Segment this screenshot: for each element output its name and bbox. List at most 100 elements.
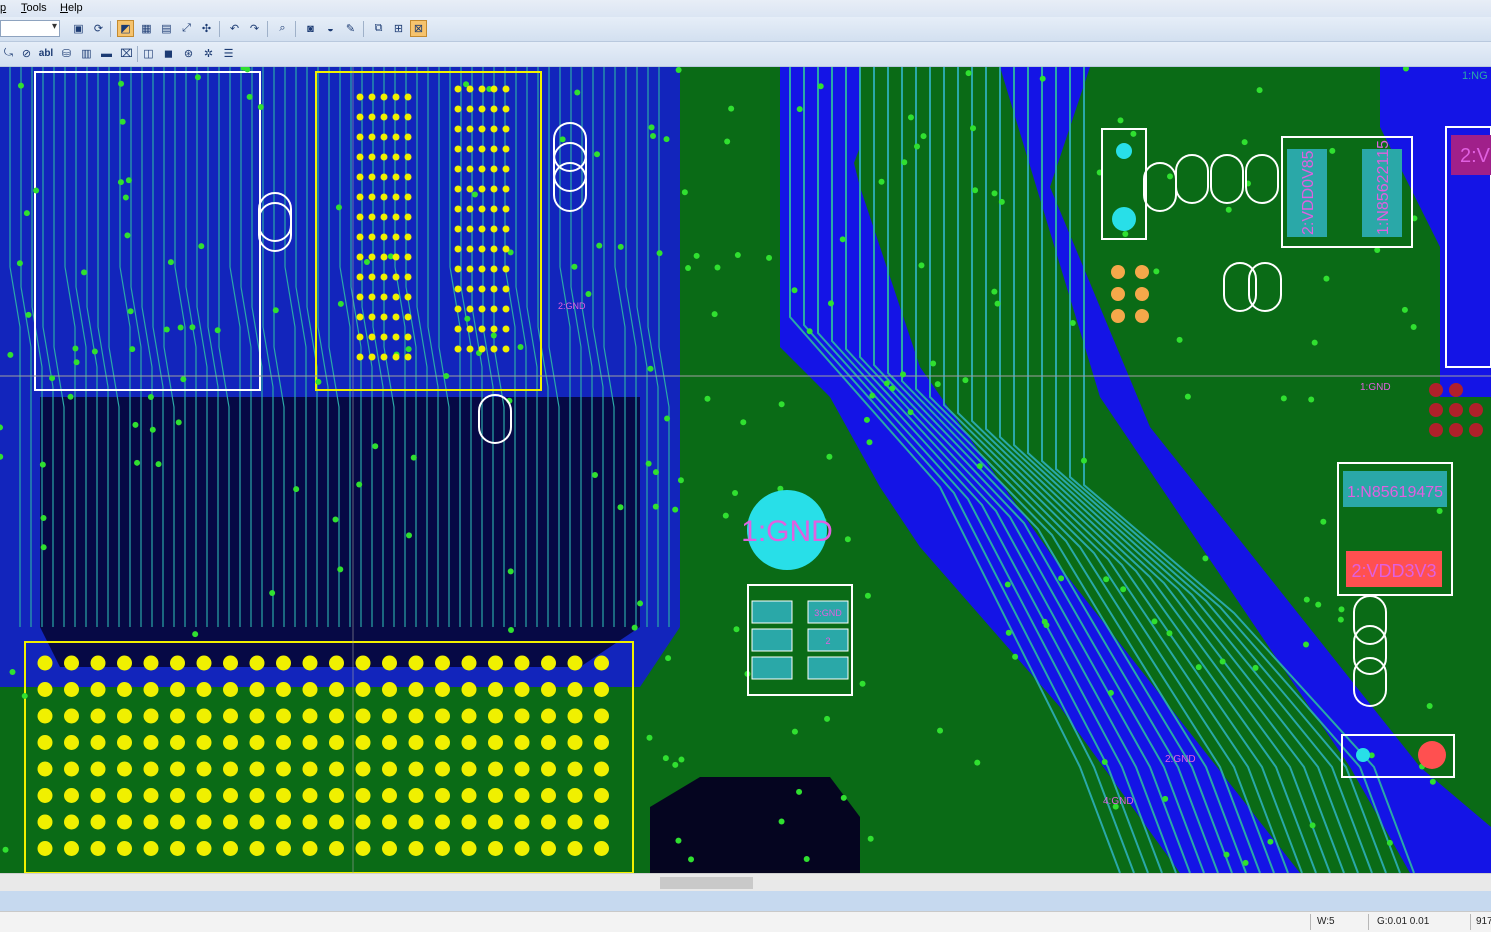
- part-icon[interactable]: ◫: [140, 45, 157, 62]
- via: [478, 125, 486, 133]
- via: [974, 759, 981, 766]
- via: [502, 165, 510, 173]
- no-entry-icon[interactable]: ⊘: [18, 45, 35, 62]
- bga-ball: [90, 735, 106, 750]
- bga-ball: [382, 708, 397, 724]
- via: [356, 293, 364, 301]
- via: [502, 245, 510, 253]
- dimension-icon[interactable]: ⌧: [118, 45, 135, 62]
- list-icon[interactable]: ☰: [220, 45, 237, 62]
- layers-icon[interactable]: ◒: [322, 20, 339, 37]
- via: [466, 265, 474, 273]
- via: [410, 454, 417, 461]
- window-icon[interactable]: ⧉: [370, 20, 387, 37]
- bga-ball: [170, 814, 185, 830]
- via: [1101, 759, 1108, 766]
- via: [380, 153, 388, 161]
- via-icon[interactable]: ⊛: [180, 45, 197, 62]
- via: [466, 105, 474, 113]
- bars-icon[interactable]: ▥: [78, 45, 95, 62]
- bga-ball: [249, 655, 265, 671]
- via: [704, 395, 711, 402]
- via: [685, 265, 692, 272]
- via: [478, 265, 486, 273]
- via: [392, 153, 400, 161]
- route-icon[interactable]: ⤢: [178, 20, 195, 37]
- via: [631, 624, 638, 631]
- via: [392, 213, 400, 221]
- bga-ball: [64, 735, 79, 750]
- via: [380, 233, 388, 241]
- via: [40, 544, 47, 551]
- board-icon[interactable]: ▤: [158, 20, 175, 37]
- bga-ball: [117, 788, 132, 803]
- via: [177, 324, 184, 331]
- via: [806, 328, 813, 335]
- layout-icon[interactable]: ⊠: [410, 20, 427, 37]
- via: [368, 253, 376, 261]
- via: [991, 190, 998, 197]
- bga-ball: [408, 735, 424, 750]
- menu-tools[interactable]: Tools: [21, 2, 47, 14]
- brush-icon[interactable]: ✎: [342, 20, 359, 37]
- via: [478, 85, 486, 93]
- view-icon[interactable]: ◙: [302, 20, 319, 37]
- bga-ball: [249, 814, 265, 830]
- via: [404, 233, 412, 241]
- menu-setup[interactable]: p: [0, 2, 6, 14]
- via: [337, 566, 344, 573]
- via: [490, 105, 498, 113]
- via: [117, 179, 124, 186]
- zoom-icon[interactable]: ⌕: [274, 20, 291, 37]
- select-icon[interactable]: ⤿: [0, 45, 17, 62]
- pcb-canvas[interactable]: 1:GND 3:GND 2 2:VDD0V85 1:N85622115 1:N8…: [0, 67, 1491, 873]
- via: [25, 311, 32, 318]
- gnd-pad-label: 1:GND: [741, 515, 833, 548]
- bga-ball: [514, 708, 530, 724]
- red-part-icon[interactable]: ◼: [160, 45, 177, 62]
- tile-icon[interactable]: ⊞: [390, 20, 407, 37]
- component-icon[interactable]: ✣: [198, 20, 215, 37]
- via: [665, 655, 672, 662]
- via: [1252, 664, 1259, 671]
- via: [490, 245, 498, 253]
- bga-ball: [594, 735, 609, 750]
- via: [368, 293, 376, 301]
- redo-icon[interactable]: ↷: [246, 20, 263, 37]
- open-icon[interactable]: ▣: [70, 20, 87, 37]
- bga-ball: [461, 841, 477, 856]
- via: [920, 133, 927, 140]
- via: [1080, 457, 1087, 464]
- refresh-icon[interactable]: ⟳: [90, 20, 107, 37]
- via: [81, 269, 88, 276]
- via: [356, 313, 364, 321]
- bga-ball: [594, 788, 609, 803]
- via: [198, 243, 205, 250]
- bga-ball: [435, 708, 450, 724]
- menu-help-label: elp: [67, 2, 83, 14]
- bga-ball: [435, 841, 450, 856]
- bga-ball: [276, 841, 291, 856]
- via: [380, 253, 388, 261]
- via: [585, 291, 592, 298]
- design-mode-icon[interactable]: ◩: [117, 20, 134, 37]
- via: [1303, 596, 1310, 603]
- via: [404, 293, 412, 301]
- layer-select[interactable]: ▾: [0, 20, 60, 37]
- via: [617, 504, 624, 511]
- cluster-icon[interactable]: ✲: [200, 45, 217, 62]
- via: [652, 469, 659, 476]
- via: [688, 856, 695, 863]
- undo-icon[interactable]: ↶: [226, 20, 243, 37]
- menu-help[interactable]: Help: [60, 2, 83, 14]
- via: [464, 315, 471, 322]
- text-icon[interactable]: abl: [36, 45, 56, 62]
- horizontal-scrollbar[interactable]: [0, 873, 1491, 892]
- bga-ball: [64, 655, 79, 671]
- red-trace-icon[interactable]: ▬: [98, 45, 115, 62]
- copper-icon[interactable]: ⛁: [58, 45, 75, 62]
- grid-icon[interactable]: ▦: [138, 20, 155, 37]
- scrollbar-thumb[interactable]: [660, 877, 753, 889]
- via: [796, 788, 803, 795]
- via: [39, 461, 46, 468]
